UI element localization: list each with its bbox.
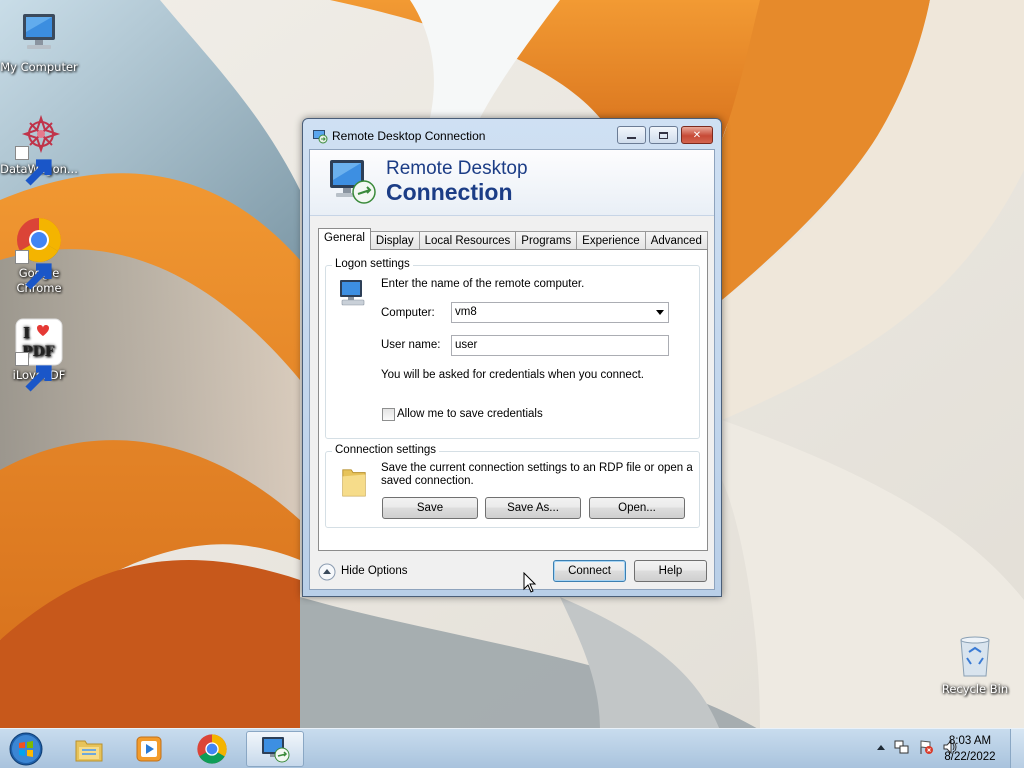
close-icon: ✕ — [692, 129, 702, 141]
computer-value: vm8 — [455, 306, 477, 318]
shortcut-arrow-icon — [15, 146, 52, 186]
save-as-button[interactable]: Save As... — [485, 497, 581, 519]
connection-description-line2: saved connection. — [381, 475, 474, 487]
clock[interactable]: 8:03 AM 8/22/2022 — [938, 733, 1002, 765]
desktop-icon-label: My Computer — [0, 60, 78, 74]
datawagon-icon — [15, 112, 63, 186]
tab-experience[interactable]: Experience — [576, 231, 646, 250]
windows-explorer-icon — [75, 740, 103, 762]
save-credentials-checkbox[interactable] — [382, 408, 395, 421]
taskbar-windows-explorer[interactable] — [60, 731, 118, 767]
open-button[interactable]: Open... — [589, 497, 685, 519]
remote-desktop-icon — [262, 737, 290, 763]
remote-desktop-banner-icon — [330, 160, 376, 204]
chrome-icon — [15, 216, 63, 290]
tab-advanced[interactable]: Advanced — [644, 231, 708, 250]
taskbar: 8:03 AM 8/22/2022 — [0, 728, 1024, 768]
tab-panel-general: Logon settings Enter the name of the rem… — [318, 249, 708, 551]
folder-icon — [342, 469, 366, 497]
ilovepdf-icon: I PDF — [15, 318, 63, 392]
save-button[interactable]: Save — [382, 497, 478, 519]
banner-title-line2: Connection — [386, 179, 513, 205]
svg-text:I: I — [23, 324, 30, 342]
tab-strip: General Display Local Resources Programs… — [318, 228, 708, 250]
username-input[interactable]: user — [451, 335, 669, 356]
desktop-icon-datawagon[interactable]: DataWagon... — [0, 112, 79, 186]
maximize-button[interactable] — [649, 126, 678, 144]
window-title: Remote Desktop Connection — [332, 129, 486, 143]
hide-options-toggle[interactable] — [318, 563, 338, 583]
username-label: User name: — [381, 339, 441, 351]
taskbar-media-player[interactable] — [120, 731, 178, 767]
window-titlebar[interactable]: Remote Desktop Connection ✕ — [303, 119, 721, 149]
logon-settings-group: Logon settings Enter the name of the rem… — [325, 258, 700, 439]
hide-options-label[interactable]: Hide Options — [341, 565, 407, 577]
computer-combobox[interactable]: vm8 — [451, 302, 669, 323]
minimize-icon — [627, 137, 636, 139]
desktop-icon-google-chrome[interactable]: Google Chrome — [0, 216, 79, 296]
tab-programs[interactable]: Programs — [515, 231, 578, 250]
chrome-icon — [197, 734, 227, 764]
taskbar-chrome[interactable] — [183, 731, 241, 767]
taskbar-remote-desktop[interactable] — [246, 731, 304, 767]
mouse-cursor-icon — [523, 572, 537, 593]
desktop-icon-label: Recycle Bin — [941, 682, 1009, 696]
start-button[interactable] — [6, 731, 46, 767]
chevron-down-icon[interactable] — [656, 310, 664, 315]
logon-settings-label: Logon settings — [332, 258, 413, 270]
shortcut-arrow-icon — [15, 250, 52, 290]
close-button[interactable]: ✕ — [681, 126, 713, 144]
chevron-up-icon — [318, 563, 336, 581]
banner: Remote Desktop Connection — [310, 150, 714, 216]
action-center-flag-icon[interactable] — [918, 739, 934, 755]
save-credentials-label[interactable]: Allow me to save credentials — [397, 408, 543, 420]
connection-settings-label: Connection settings — [332, 444, 440, 456]
shortcut-arrow-icon — [15, 352, 52, 392]
windows-logo-icon — [9, 732, 43, 766]
help-button[interactable]: Help — [634, 560, 707, 582]
computer-label: Computer: — [381, 307, 435, 319]
media-player-icon — [136, 736, 162, 762]
banner-title-line1: Remote Desktop — [386, 158, 528, 179]
desktop-icon-ilovepdf[interactable]: I PDF iLovePDF — [0, 318, 79, 392]
remote-desktop-window: Remote Desktop Connection ✕ Remote Deskt… — [302, 118, 722, 597]
recycle-bin-icon — [951, 632, 999, 680]
tab-display[interactable]: Display — [369, 231, 420, 250]
logon-instruction: Enter the name of the remote computer. — [381, 278, 585, 290]
connect-button[interactable]: Connect — [553, 560, 626, 582]
clock-time: 8:03 AM — [948, 735, 992, 747]
tab-general[interactable]: General — [318, 228, 371, 250]
desktop-icon-my-computer[interactable]: My Computer — [0, 10, 79, 75]
connection-description-line1: Save the current connection settings to … — [381, 462, 693, 474]
credentials-note: You will be asked for credentials when y… — [381, 369, 644, 381]
remote-desktop-icon — [313, 130, 328, 144]
minimize-button[interactable] — [617, 126, 646, 144]
tab-local-resources[interactable]: Local Resources — [418, 231, 517, 250]
computer-icon — [340, 280, 365, 306]
restore-icon — [659, 131, 668, 139]
computer-icon — [15, 10, 63, 58]
clock-date: 8/22/2022 — [944, 751, 996, 763]
window-client-area: Remote Desktop Connection General Displa… — [309, 149, 715, 590]
show-desktop-button[interactable] — [1010, 729, 1024, 768]
network-icon[interactable] — [894, 739, 910, 755]
desktop-icon-recycle-bin[interactable]: Recycle Bin — [935, 632, 1015, 697]
show-hidden-icons-icon[interactable] — [876, 739, 886, 755]
connection-settings-group: Connection settings Save the current con… — [325, 444, 700, 528]
